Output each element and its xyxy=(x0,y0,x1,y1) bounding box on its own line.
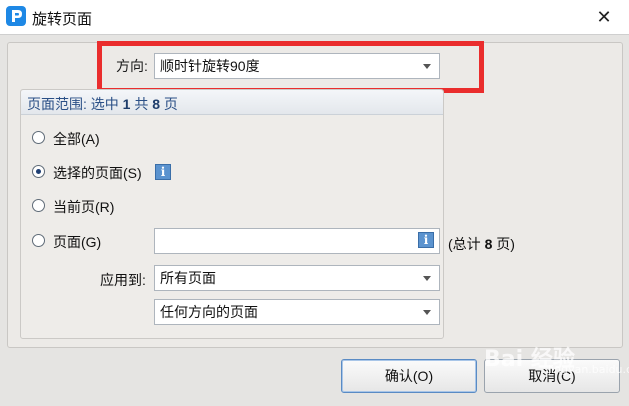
window-title: 旋转页面 xyxy=(32,11,93,28)
title-bar: 旋转页面 ✕ xyxy=(0,0,629,34)
radio-pages[interactable] xyxy=(32,234,45,247)
apply-to-selected-value: 所有页面 xyxy=(160,270,216,286)
page-range-header: 页面范围: 选中 1 共 8 页 xyxy=(21,90,443,115)
radio-current-page[interactable] xyxy=(32,199,45,212)
pages-input[interactable] xyxy=(154,228,440,254)
app-logo-icon xyxy=(6,6,26,26)
orientation-selected-value: 任何方向的页面 xyxy=(160,304,258,320)
red-highlight-box xyxy=(97,41,484,93)
chevron-down-icon xyxy=(423,310,431,315)
radio-selected-pages-label[interactable]: 选择的页面(S) xyxy=(53,163,142,183)
apply-to-select[interactable]: 所有页面 xyxy=(154,265,440,291)
radio-all[interactable] xyxy=(32,131,45,144)
radio-all-label[interactable]: 全部(A) xyxy=(53,129,100,149)
pages-info-icon[interactable]: i xyxy=(418,232,434,248)
chevron-down-icon xyxy=(423,276,431,281)
ok-button[interactable]: 确认(O) xyxy=(341,359,477,393)
orientation-select[interactable]: 任何方向的页面 xyxy=(154,299,440,325)
total-count: 8 xyxy=(152,96,161,112)
radio-pages-label[interactable]: 页面(G) xyxy=(53,232,101,252)
cancel-button[interactable]: 取消(C) xyxy=(484,359,620,393)
total-pages-text: (总计 8 页) xyxy=(448,236,515,252)
radio-current-page-label[interactable]: 当前页(R) xyxy=(53,197,114,217)
apply-to-label: 应用到: xyxy=(100,272,146,288)
page-range-title: 页面范围: 选中 1 共 8 页 xyxy=(27,96,178,112)
info-icon[interactable]: i xyxy=(155,164,171,180)
close-icon[interactable]: ✕ xyxy=(590,4,618,30)
radio-selected-pages[interactable] xyxy=(32,165,45,178)
